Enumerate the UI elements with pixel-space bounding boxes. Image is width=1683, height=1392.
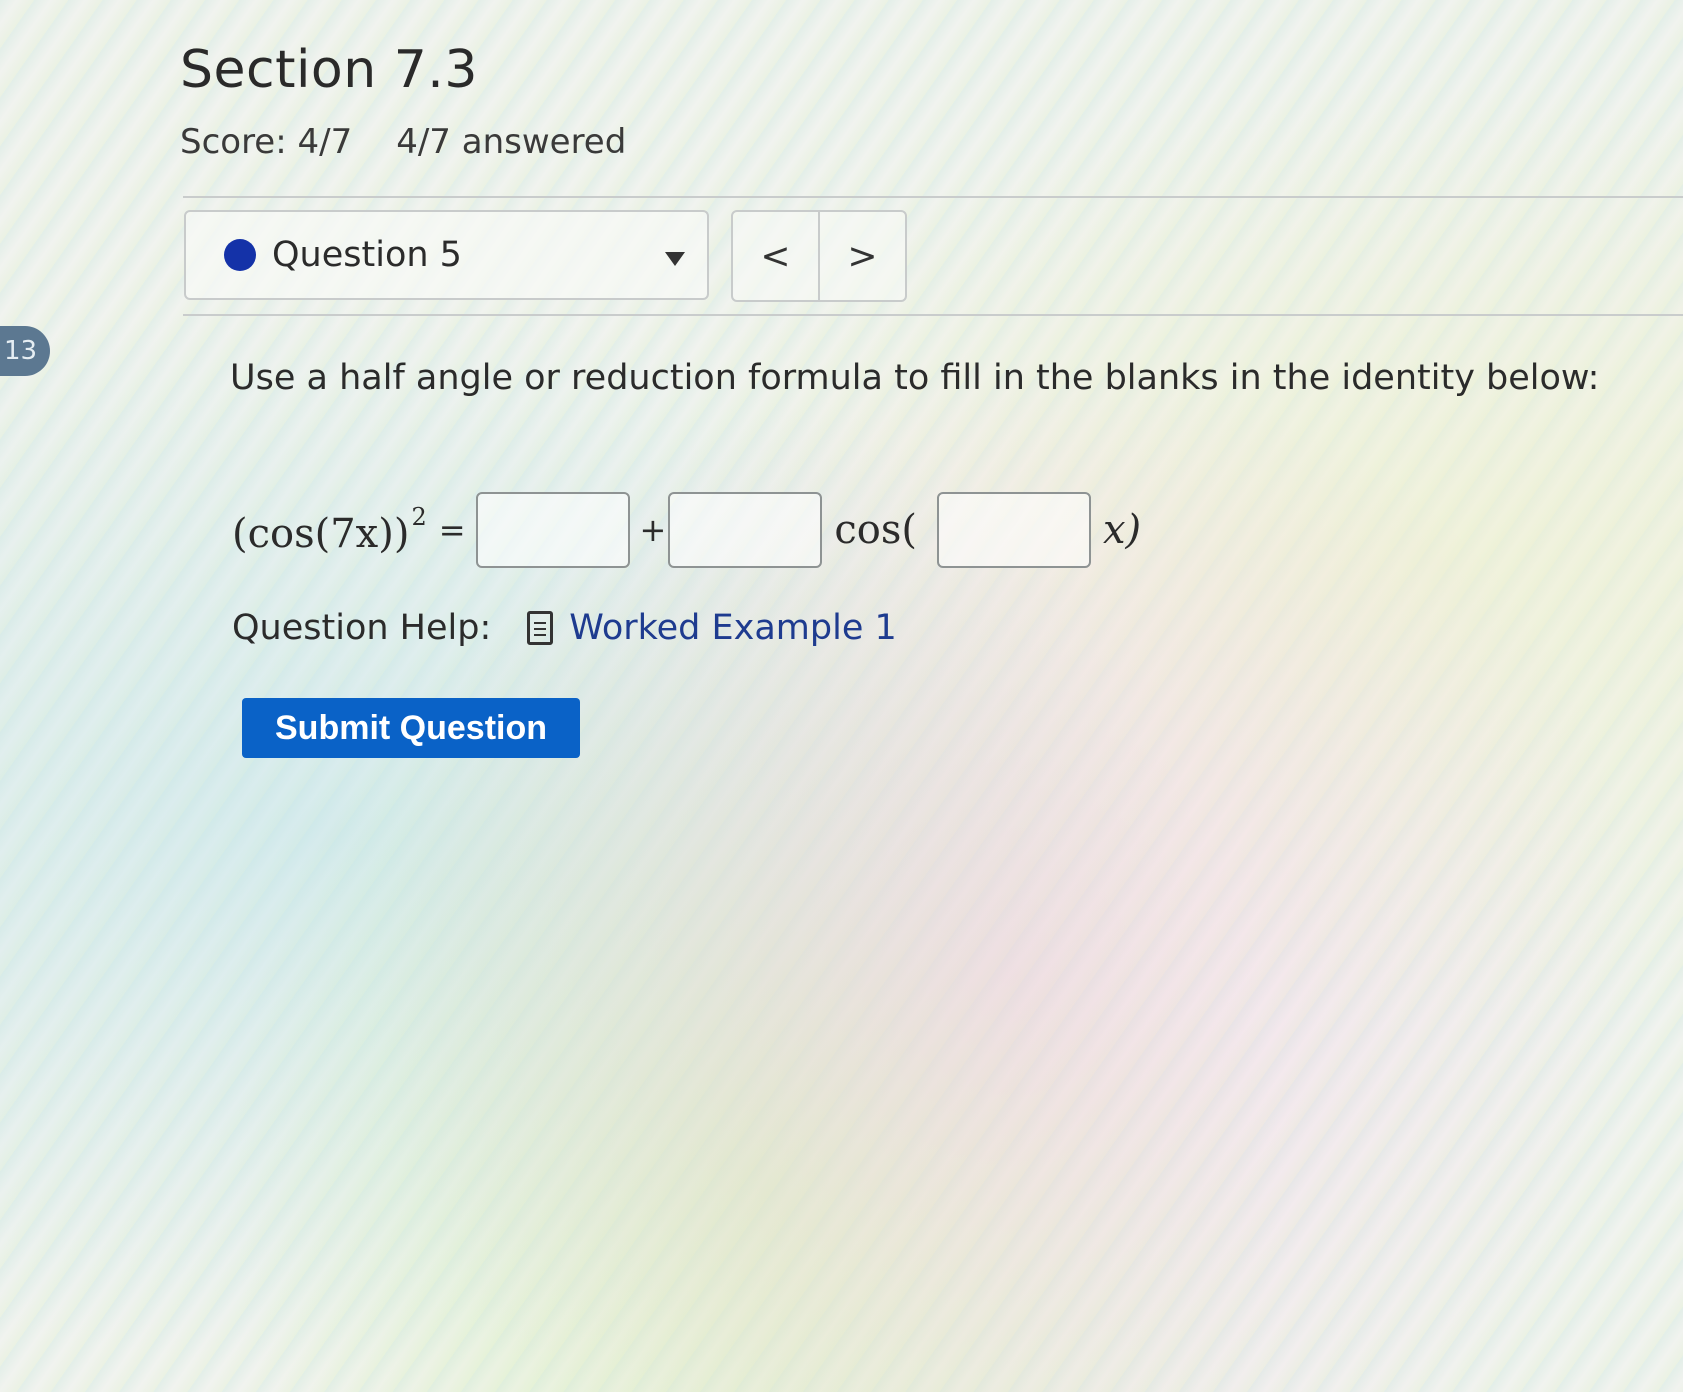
- score-row: Score: 4/7 4/7 answered: [180, 122, 670, 162]
- question-help-label: Question Help:: [232, 608, 492, 648]
- question-nav-group: < >: [731, 210, 907, 302]
- answer-input-argument[interactable]: [936, 492, 1091, 568]
- lhs-base: (cos(7x)): [232, 511, 410, 557]
- score-text: Score: 4/7: [180, 122, 353, 162]
- x-close: x): [1102, 507, 1142, 553]
- question-prompt: Use a half angle or reduction formula to…: [230, 358, 1600, 398]
- next-question-button[interactable]: >: [820, 212, 905, 300]
- submit-question-button[interactable]: Submit Question: [242, 698, 580, 758]
- page-number-badge: 13: [0, 326, 50, 376]
- plus-sign: +: [639, 511, 667, 549]
- question-status-dot: [224, 239, 256, 271]
- answer-input-coefficient[interactable]: [668, 492, 823, 568]
- page-title: Section 7.3: [180, 40, 478, 100]
- divider-bottom: [183, 314, 1683, 316]
- equals-sign: =: [438, 511, 466, 549]
- chevron-left-icon: <: [760, 235, 791, 277]
- identity-expression: (cos(7x))2 = + cos( x): [232, 490, 1141, 570]
- lhs-exponent: 2: [411, 503, 427, 531]
- divider-top: [183, 196, 1683, 198]
- document-icon: [527, 611, 554, 645]
- identity-lhs: (cos(7x))2: [232, 503, 427, 557]
- chevron-down-icon: [665, 252, 685, 266]
- cos-open: cos(: [834, 507, 917, 553]
- question-select[interactable]: Question 5: [184, 210, 709, 300]
- answered-text: 4/7 answered: [396, 122, 627, 162]
- answer-input-constant[interactable]: [475, 492, 630, 568]
- previous-question-button[interactable]: <: [733, 212, 820, 300]
- question-help: Question Help: Worked Example 1: [232, 608, 897, 648]
- chevron-right-icon: >: [847, 235, 878, 277]
- question-select-label: Question 5: [272, 235, 462, 275]
- worked-example-link[interactable]: Worked Example 1: [569, 608, 897, 648]
